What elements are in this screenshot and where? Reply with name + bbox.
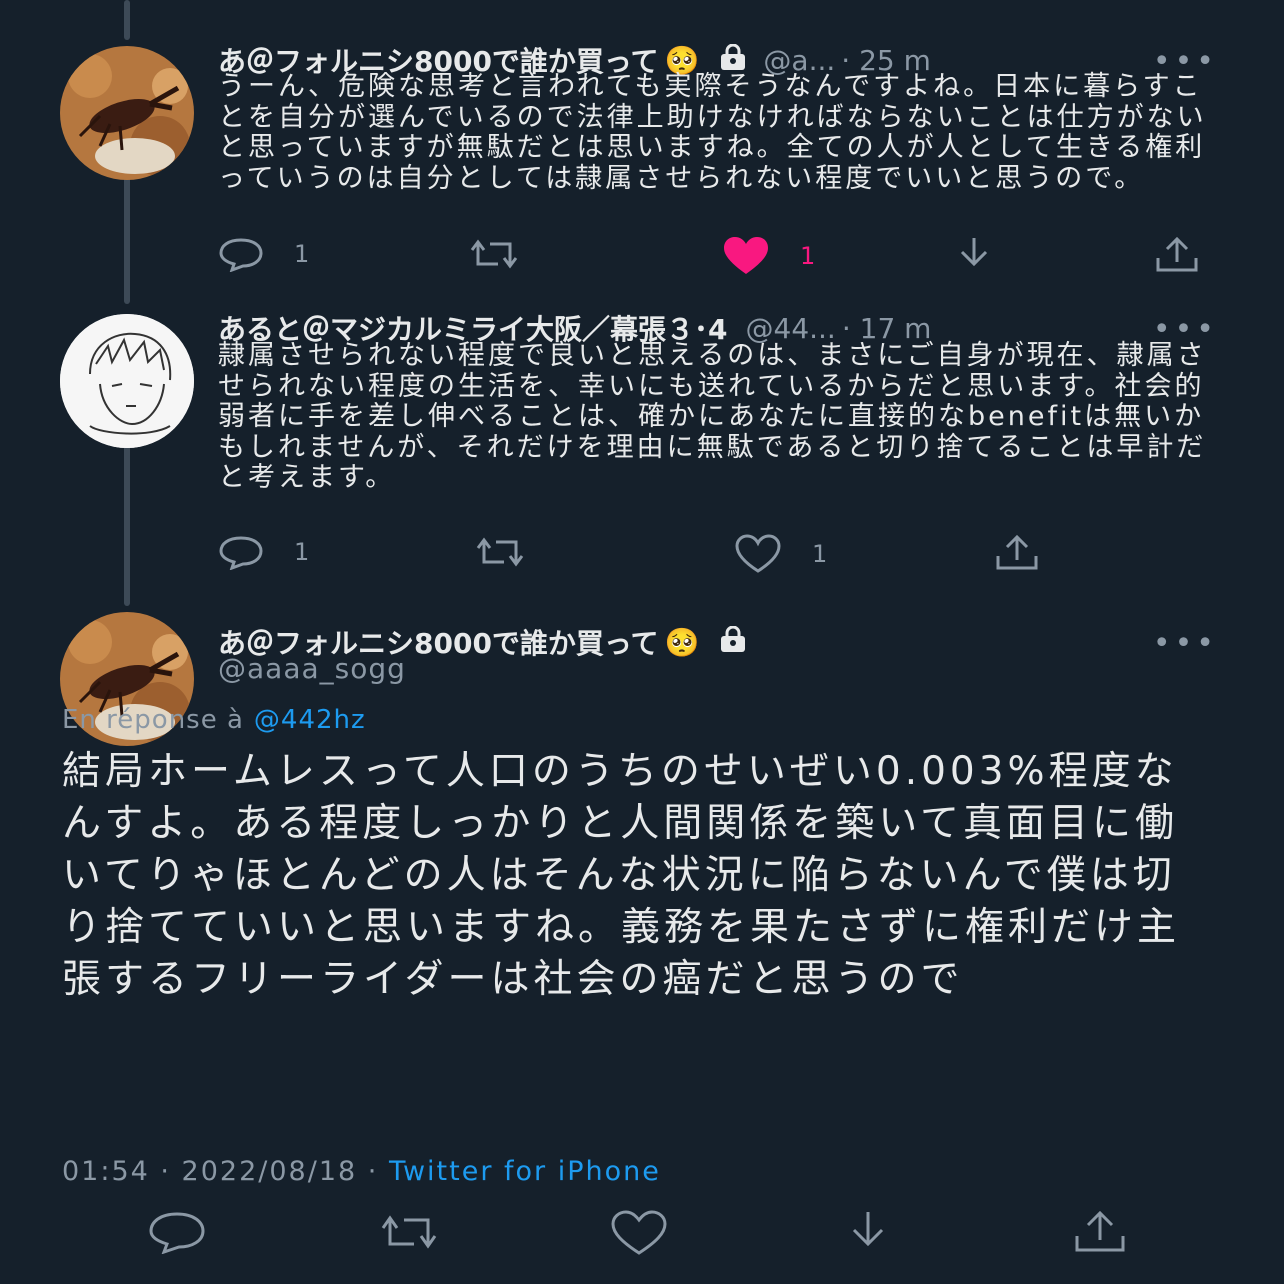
reply-to-link[interactable]: @442hz	[254, 705, 366, 735]
avatar[interactable]	[60, 314, 194, 448]
share-button[interactable]	[994, 534, 1040, 572]
share-down-button[interactable]	[952, 236, 996, 272]
share-down-button[interactable]	[842, 1210, 894, 1254]
share-button[interactable]	[1072, 1210, 1128, 1254]
reply-context: En réponse à @442hz	[62, 705, 366, 735]
more-options-icon[interactable]: •••	[1153, 626, 1218, 661]
reply-icon	[148, 1210, 206, 1254]
tweet-text: うーん、危険な思考と言われても実際そうなんですよね。日本に暮らすことを自分が選ん…	[218, 71, 1207, 194]
retweet-button[interactable]	[378, 1210, 440, 1254]
retweet-icon	[378, 1210, 440, 1254]
like-button[interactable]: 1	[734, 534, 827, 574]
avatar[interactable]	[60, 46, 194, 180]
lock-icon	[717, 625, 749, 659]
reply-count: 1	[294, 240, 310, 268]
reply-count: 1	[294, 538, 310, 566]
handle[interactable]: @aaaa_sogg	[218, 652, 406, 685]
retweet-icon	[468, 236, 520, 272]
like-button[interactable]: 1	[722, 236, 815, 276]
tweet-source[interactable]: Twitter for iPhone	[389, 1156, 661, 1187]
share-button[interactable]	[1154, 236, 1200, 274]
main-tweet-text: 結局ホームレスって人口のうちのせいぜい0.003%程度なんすよ。ある程度しっかり…	[62, 749, 1181, 1002]
like-count: 1	[800, 242, 816, 270]
tweet-actions: 1 1	[218, 534, 1218, 574]
pleading-face-emoji: 🥺	[664, 625, 700, 659]
like-count: 1	[812, 540, 828, 568]
heart-outline-icon	[610, 1210, 668, 1256]
tweet-datetime[interactable]: 01:54 · 2022/08/18 ·	[62, 1156, 378, 1187]
reply-button[interactable]: 1	[218, 236, 309, 272]
retweet-icon	[474, 534, 526, 570]
retweet-button[interactable]	[468, 236, 550, 272]
retweet-button[interactable]	[474, 534, 556, 570]
reply-prefix: En réponse à	[62, 705, 244, 735]
share-icon	[1072, 1210, 1128, 1254]
download-arrow-icon	[842, 1210, 894, 1254]
share-icon	[994, 534, 1040, 572]
like-button[interactable]	[610, 1210, 668, 1256]
heart-filled-icon	[722, 236, 770, 276]
download-arrow-icon	[952, 236, 996, 272]
heart-outline-icon	[734, 534, 782, 574]
reply-icon	[218, 236, 264, 272]
tweet-meta: 01:54 · 2022/08/18 · Twitter for iPhone	[62, 1156, 661, 1187]
main-tweet-actions	[0, 1210, 1284, 1260]
reply-button[interactable]	[148, 1210, 206, 1254]
tweet-actions: 1 1	[218, 236, 1218, 276]
share-icon	[1154, 236, 1200, 274]
tweet-text: 隷属させられない程度で良いと思えるのは、まさにご自身が現在、隷属させられない程度…	[218, 340, 1207, 493]
reply-button[interactable]: 1	[218, 534, 309, 570]
thread-line-top	[124, 0, 130, 40]
reply-icon	[218, 534, 264, 570]
